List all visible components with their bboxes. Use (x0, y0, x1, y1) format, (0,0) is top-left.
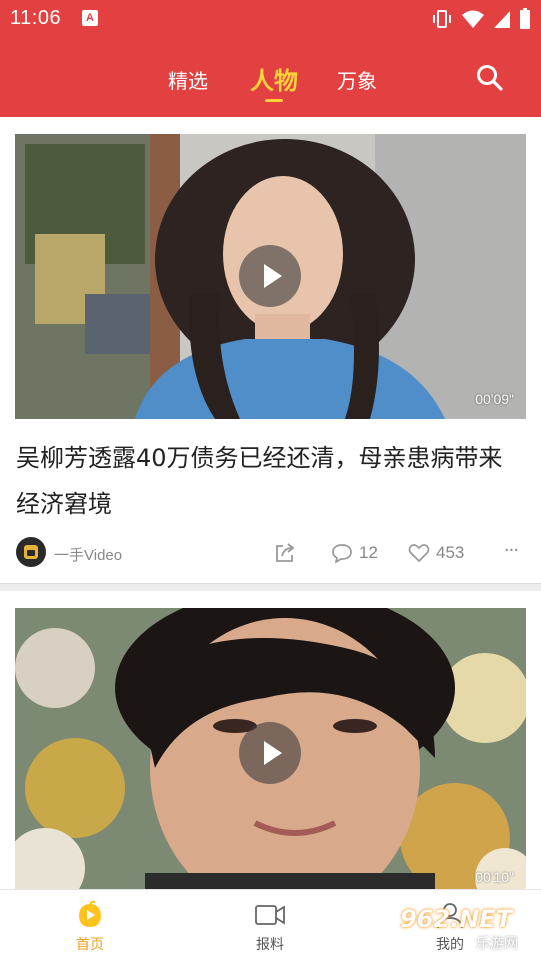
video-camera-icon (255, 905, 285, 925)
tab-selected[interactable]: 精选 (168, 65, 208, 94)
video-feed[interactable]: 00'09" 吴柳芳透露40万债务已经还清，母亲患病带来经济窘境 一手Video… (0, 117, 541, 889)
system-icons (431, 8, 531, 30)
more-options-icon[interactable]: ··· (500, 541, 522, 565)
status-time: 11:06 (10, 7, 62, 29)
video-card: 00'10" (0, 591, 541, 889)
status-bar: 11:06 A (0, 0, 541, 38)
nav-home-label: 首页 (76, 937, 104, 953)
signal-icon (494, 11, 510, 28)
video-thumbnail[interactable]: 00'09" (15, 134, 526, 419)
video-duration: 00'10" (475, 869, 514, 885)
card-divider (0, 583, 541, 591)
play-button[interactable] (239, 722, 301, 784)
share-icon[interactable] (274, 542, 296, 564)
source-name[interactable]: 一手Video (54, 544, 122, 565)
nav-report-label: 报料 (256, 937, 284, 953)
video-card: 00'09" 吴柳芳透露40万债务已经还清，母亲患病带来经济窘境 一手Video… (0, 117, 541, 583)
heart-icon (408, 544, 430, 563)
play-button[interactable] (239, 245, 301, 307)
category-tabs: 精选 人物 万象 (0, 55, 541, 105)
source-avatar[interactable] (16, 537, 46, 567)
active-tab-indicator (265, 99, 283, 102)
app-header: 11:06 A 精选 人物 万象 (0, 0, 541, 117)
nav-home[interactable]: 首页 (50, 900, 130, 954)
watermark-subtitle: 乐游网 (476, 936, 518, 952)
comment-button[interactable]: 12 (331, 541, 378, 565)
comment-icon (332, 544, 352, 563)
battery-icon (520, 8, 530, 29)
like-count: 453 (436, 543, 465, 562)
search-icon[interactable] (474, 62, 506, 94)
video-thumbnail[interactable]: 00'10" (15, 608, 526, 889)
nav-report[interactable]: 报料 (230, 900, 310, 954)
notification-icon: A (82, 10, 98, 26)
tab-panorama[interactable]: 万象 (337, 65, 377, 94)
like-button[interactable]: 453 (408, 541, 464, 565)
tab-people[interactable]: 人物 (250, 61, 298, 96)
watermark-logo: 962.NET (400, 905, 513, 933)
site-watermark: 962.NET 乐游网 (400, 905, 541, 961)
video-duration: 00'09" (475, 391, 514, 407)
wifi-icon (462, 10, 484, 28)
vibrate-icon (433, 10, 451, 28)
video-meta-row: 一手Video 12 453 ··· (16, 537, 526, 569)
comment-count: 12 (359, 543, 378, 562)
home-icon (79, 900, 101, 927)
video-title[interactable]: 吴柳芳透露40万债务已经还清，母亲患病带来经济窘境 (16, 435, 526, 527)
